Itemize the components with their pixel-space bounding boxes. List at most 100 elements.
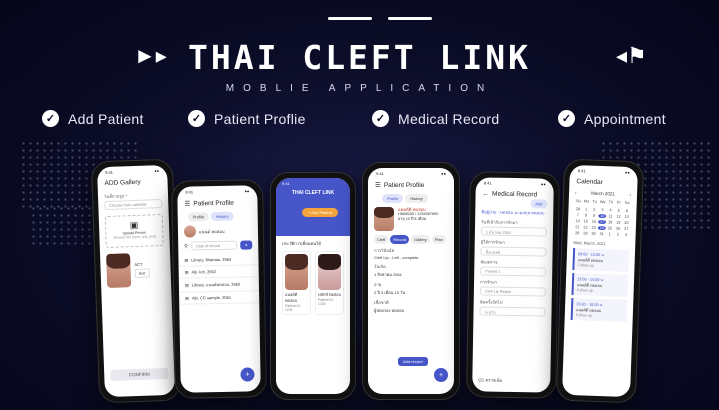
tab-history[interactable]: History <box>405 194 428 203</box>
document-icon: ▤ <box>184 269 189 275</box>
calendar-day[interactable]: 11 <box>607 214 614 218</box>
calendar-day[interactable]: 30 <box>590 232 597 236</box>
chip-record[interactable]: Record <box>390 235 410 244</box>
add-patient-button[interactable]: + Add Patient <box>302 208 338 217</box>
phone-patient-history: 9:41 ●● ☰ Patient Profile Profile History … <box>171 179 267 399</box>
upload-box[interactable]: ▣ Upload Picture Allowed file types: jpg… <box>104 214 164 249</box>
calendar-day[interactable]: 15 <box>582 219 589 223</box>
calendar-day[interactable]: 20 <box>623 221 630 225</box>
chip-plan[interactable]: Plan <box>431 235 446 244</box>
appointment-item[interactable]: 13:00 - 14:00 น. แพลต์ดี ทดสอบ Follow up <box>571 273 629 297</box>
add-fab[interactable]: + <box>434 368 448 382</box>
add-record-fab[interactable]: + <box>240 367 255 382</box>
weekday-label: Th <box>608 200 614 205</box>
weekday-label: Su <box>575 199 581 204</box>
confirm-button[interactable]: CONFIRM <box>110 367 169 381</box>
calendar-day[interactable]: 28 <box>574 231 581 235</box>
patient-card[interactable]: แพลต์ดี ทดสอบ Patient ID: 1234 <box>282 251 311 315</box>
app-title: THAI CLEFT LINK <box>187 38 531 77</box>
section-title: ประวัติการเยี่ยมคนไข้ <box>282 241 322 246</box>
calendar-day[interactable]: 6 <box>623 209 630 213</box>
calendar-day[interactable]: 5 <box>615 208 622 213</box>
patient-photo <box>318 254 341 290</box>
calendar-day[interactable]: 14 <box>574 219 581 223</box>
calendar-day[interactable]: 9 <box>590 214 597 218</box>
patient-photo <box>374 207 394 231</box>
weekday-label: Tu <box>592 199 597 204</box>
save-button[interactable]: Add <box>530 199 548 209</box>
chip-cleft[interactable]: Cleft <box>374 235 389 244</box>
calendar-day[interactable]: 1 <box>583 207 590 211</box>
calendar-day[interactable]: 8 <box>582 213 589 217</box>
calendar-day[interactable]: 24 <box>598 225 606 231</box>
calendar-days: 28 1 2 3 4 5 6 7 8 9 10 11 12 13 14 15 16 17 18 19 20 21 22 23 2… <box>568 205 637 239</box>
room-field[interactable]: Patient 1 <box>480 266 547 277</box>
weekday-label: Fr <box>617 200 621 205</box>
calendar-day[interactable]: 23 <box>590 226 597 230</box>
phone-add-gallery: 9:41 ●● ADD Gallery วันที่ถ่ายรูป * Choos… <box>90 158 182 404</box>
filter-button[interactable]: ▾ <box>240 240 253 250</box>
tab-history[interactable]: History <box>211 211 234 222</box>
calendar-day[interactable]: 28 <box>574 207 581 211</box>
list-item[interactable]: ▤ Alp, CG sample, 2561 <box>179 291 260 305</box>
check-icon: ✓ <box>372 110 389 127</box>
patient-card[interactable]: ฟลักซ์ ทดสอบ Patient ID: 1235 <box>315 251 344 315</box>
date-field[interactable]: 1 มีนาคม 2564 <box>480 226 548 237</box>
tab-profile[interactable]: Profile <box>382 194 404 203</box>
calendar-day[interactable]: 26 <box>614 226 621 231</box>
check-icon: ✓ <box>188 110 205 127</box>
calendar-day[interactable]: 22 <box>582 225 589 229</box>
menu-icon[interactable]: ☰ <box>184 199 190 207</box>
document-icon: ▤ <box>184 257 189 263</box>
check-icon: ✓ <box>42 110 59 127</box>
record-search-input[interactable]: Date of record <box>190 240 238 251</box>
calendar-day[interactable]: 16 <box>590 220 597 224</box>
appointment-item[interactable]: 15:00 - 16:00 น. แพลต์ดี ทดสอบ Follow up <box>570 298 628 322</box>
photo-select[interactable]: Ant' <box>134 268 150 279</box>
calendar-day[interactable]: 29 <box>582 231 589 235</box>
check-icon: ✓ <box>558 110 575 127</box>
calendar-day[interactable]: 13 <box>623 215 630 219</box>
weekday-label: We <box>599 199 606 205</box>
add-record-button[interactable]: Add record <box>398 357 428 366</box>
calendar-day[interactable]: 27 <box>623 227 630 231</box>
calendar-day[interactable]: 3 <box>622 233 629 237</box>
calendar-day[interactable]: 3 <box>599 208 606 212</box>
prev-month-icon[interactable]: ‹ <box>575 190 577 195</box>
patient-photo <box>285 254 308 290</box>
next-appointment-field[interactable]: ระบุวัน <box>479 306 546 317</box>
calendar-day[interactable]: 2 <box>591 208 598 212</box>
phone-home: 9:41 THAI CLEFT LINK + Add Patient ประวั… <box>270 172 356 400</box>
weekday-label: Mo <box>583 199 590 204</box>
calendar-day[interactable]: 10 <box>598 213 606 219</box>
calendar-day[interactable]: 4 <box>607 208 614 212</box>
header-dash-left <box>328 17 372 20</box>
calendar-day[interactable]: 25 <box>606 226 613 230</box>
treatment-field[interactable]: Cleft Lip Repair <box>479 286 546 297</box>
date-field[interactable]: Choose from calendar <box>104 199 163 211</box>
calendar-day[interactable]: 7 <box>574 213 581 217</box>
tab-profile[interactable]: Profile <box>187 212 210 222</box>
calendar-day[interactable]: 21 <box>574 225 581 229</box>
calendar-day[interactable]: 1 <box>606 232 613 236</box>
feature-add-patient: ✓ Add Patient <box>42 110 144 127</box>
menu-icon[interactable]: ☰ <box>375 181 381 189</box>
calendar-day[interactable]: 31 <box>598 232 605 236</box>
calendar-day[interactable]: 12 <box>615 214 622 219</box>
next-month-icon[interactable]: › <box>629 192 631 197</box>
dot-pattern-left-low <box>30 205 100 245</box>
feature-medical-record: ✓ Medical Record <box>372 110 499 127</box>
weekday-label: Sa <box>624 200 630 205</box>
appointment-item[interactable]: 08:00 - 12:00 น. แพลต์ดี ทดสอบ Follow up <box>572 248 630 272</box>
phone-medical-record: 9:41 ●● ← Medical Record Add ชื่อผู้ป่วย :… <box>466 171 560 399</box>
list-item[interactable]: ▤ Library, แนนด์ทดสอบ, 2562 <box>178 277 260 293</box>
page-title: ADD Gallery <box>104 178 141 188</box>
back-arrow-icon[interactable]: ← <box>483 190 490 197</box>
logo-right-icon: ◂⚑ <box>616 43 647 68</box>
calendar-day[interactable]: 19 <box>615 220 622 225</box>
calendar-day[interactable]: 18 <box>607 220 614 224</box>
calendar-day[interactable]: 17 <box>598 219 606 225</box>
calendar-day[interactable]: 2 <box>614 232 621 237</box>
chip-gallery[interactable]: Gallery <box>411 235 430 244</box>
doctor-field[interactable]: ชื่อแพทย์ <box>480 246 547 257</box>
